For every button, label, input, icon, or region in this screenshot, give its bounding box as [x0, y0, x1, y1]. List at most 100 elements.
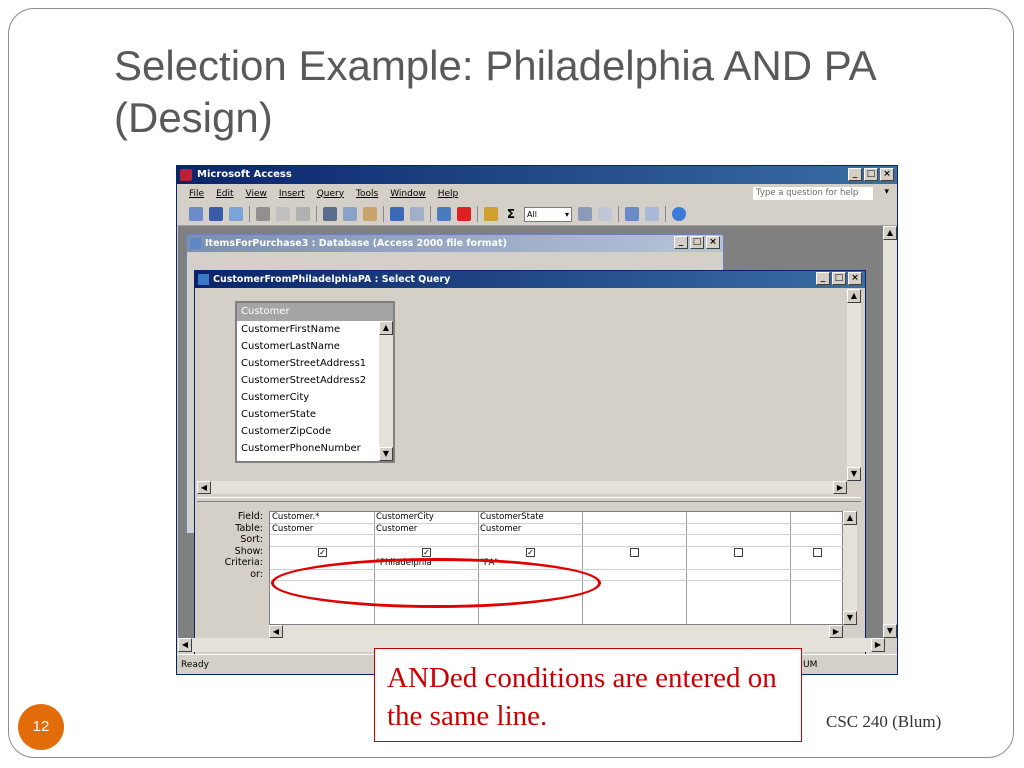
- scroll-up-icon[interactable]: ▲: [379, 321, 393, 335]
- field-list-scrollbar[interactable]: ▲ ▼: [379, 321, 393, 461]
- spelling-icon[interactable]: [296, 207, 310, 221]
- field-list-item[interactable]: CustomerState: [237, 406, 393, 423]
- show-table-icon[interactable]: [484, 207, 498, 221]
- menu-help[interactable]: Help: [438, 189, 459, 199]
- grid-cell-sort[interactable]: [790, 535, 844, 547]
- grid-cell-criteria[interactable]: [790, 558, 844, 570]
- scroll-right-icon[interactable]: ▶: [829, 625, 843, 638]
- menu-file[interactable]: File: [189, 189, 204, 199]
- table-pane-vertical-scrollbar[interactable]: ▲ ▼: [847, 289, 861, 481]
- grid-cell-table[interactable]: Customer: [374, 524, 478, 535]
- menu-view[interactable]: View: [246, 189, 267, 199]
- cut-icon[interactable]: [323, 207, 337, 221]
- field-list-customer[interactable]: Customer CustomerFirstName CustomerLastN…: [235, 301, 395, 463]
- print-preview-icon[interactable]: [276, 207, 290, 221]
- grid-cell-sort[interactable]: [478, 535, 582, 547]
- show-checkbox[interactable]: ✓: [318, 548, 327, 557]
- scroll-up-icon[interactable]: ▲: [847, 289, 861, 303]
- close-button[interactable]: ×: [880, 168, 894, 181]
- menu-window[interactable]: Window: [390, 189, 426, 199]
- minimize-button[interactable]: _: [674, 236, 688, 249]
- show-checkbox[interactable]: ✓: [526, 548, 535, 557]
- scroll-left-icon[interactable]: ◀: [178, 638, 192, 652]
- show-checkbox[interactable]: ✓: [422, 548, 431, 557]
- pane-splitter[interactable]: [197, 497, 861, 502]
- view-icon[interactable]: [189, 207, 203, 221]
- field-list-item[interactable]: CustomerZipCode: [237, 423, 393, 440]
- paste-icon[interactable]: [363, 207, 377, 221]
- main-vertical-scrollbar[interactable]: ▲ ▼: [883, 226, 897, 638]
- grid-cell-field[interactable]: [582, 512, 686, 524]
- close-button[interactable]: ×: [848, 272, 862, 285]
- show-checkbox[interactable]: [630, 548, 639, 557]
- grid-cell-table[interactable]: Customer: [270, 524, 374, 535]
- scroll-up-icon[interactable]: ▲: [883, 226, 897, 240]
- run-icon[interactable]: [457, 207, 471, 221]
- scroll-up-icon[interactable]: ▲: [843, 511, 857, 525]
- table-pane-horizontal-scrollbar[interactable]: ◀ ▶: [197, 481, 847, 494]
- help-search-input[interactable]: Type a question for help: [753, 187, 873, 200]
- field-list-item[interactable]: CustomerPhoneNumber: [237, 440, 393, 457]
- maximize-button[interactable]: □: [690, 236, 704, 249]
- query-type-icon[interactable]: [437, 207, 451, 221]
- help-icon[interactable]: [672, 207, 686, 221]
- grid-cell-field[interactable]: [790, 512, 844, 524]
- properties-icon[interactable]: [578, 207, 592, 221]
- menu-tools[interactable]: Tools: [356, 189, 378, 199]
- grid-cell-field[interactable]: CustomerCity: [374, 512, 478, 524]
- field-list-item[interactable]: CustomerCity: [237, 389, 393, 406]
- undo-icon[interactable]: [390, 207, 404, 221]
- scroll-right-icon[interactable]: ▶: [871, 638, 885, 652]
- redo-icon[interactable]: [410, 207, 424, 221]
- field-list-item[interactable]: CustomerFirstName: [237, 321, 393, 338]
- build-icon[interactable]: [598, 207, 612, 221]
- grid-cell-sort[interactable]: [374, 535, 478, 547]
- grid-cell-field[interactable]: [686, 512, 790, 524]
- grid-cell-or[interactable]: [686, 570, 790, 581]
- grid-cell-sort[interactable]: [686, 535, 790, 547]
- grid-cell-table[interactable]: [686, 524, 790, 535]
- database-window-icon[interactable]: [625, 207, 639, 221]
- new-object-icon[interactable]: [645, 207, 659, 221]
- grid-cell-field[interactable]: Customer.*: [270, 512, 374, 524]
- menu-insert[interactable]: Insert: [279, 189, 305, 199]
- close-button[interactable]: ×: [706, 236, 720, 249]
- print-icon[interactable]: [256, 207, 270, 221]
- totals-icon[interactable]: Σ: [504, 207, 518, 221]
- maximize-button[interactable]: □: [832, 272, 846, 285]
- save-icon[interactable]: [209, 207, 223, 221]
- show-checkbox[interactable]: [734, 548, 743, 557]
- field-list-item[interactable]: CustomerStreetAddress1: [237, 355, 393, 372]
- grid-vertical-scrollbar[interactable]: ▲ ▼: [843, 511, 857, 625]
- minimize-button[interactable]: _: [848, 168, 862, 181]
- field-list-item[interactable]: CustomerStreetAddress2: [237, 372, 393, 389]
- search-icon[interactable]: [229, 207, 243, 221]
- scroll-down-icon[interactable]: ▼: [847, 467, 861, 481]
- grid-cell-sort[interactable]: [582, 535, 686, 547]
- show-checkbox[interactable]: [813, 548, 822, 557]
- copy-icon[interactable]: [343, 207, 357, 221]
- grid-cell-table[interactable]: Customer: [478, 524, 582, 535]
- minimize-button[interactable]: _: [816, 272, 830, 285]
- grid-cell-table[interactable]: [582, 524, 686, 535]
- grid-cell-field[interactable]: CustomerState: [478, 512, 582, 524]
- grid-cell-sort[interactable]: [270, 535, 374, 547]
- field-list-header[interactable]: Customer: [237, 303, 393, 321]
- grid-cell-or[interactable]: [790, 570, 844, 581]
- grid-cell-criteria[interactable]: [582, 558, 686, 570]
- maximize-button[interactable]: □: [864, 168, 878, 181]
- help-dropdown-icon[interactable]: ▾: [884, 187, 889, 197]
- scroll-down-icon[interactable]: ▼: [843, 611, 857, 625]
- top-values-select[interactable]: All: [524, 206, 572, 222]
- menu-edit[interactable]: Edit: [216, 189, 233, 199]
- grid-cell-criteria[interactable]: [686, 558, 790, 570]
- grid-horizontal-scrollbar[interactable]: ◀ ▶: [269, 625, 843, 638]
- field-list-item[interactable]: CustomerLastName: [237, 338, 393, 355]
- scroll-down-icon[interactable]: ▼: [883, 624, 897, 638]
- scroll-left-icon[interactable]: ◀: [269, 625, 283, 638]
- menu-query[interactable]: Query: [317, 189, 344, 199]
- grid-cell-table[interactable]: [790, 524, 844, 535]
- scroll-right-icon[interactable]: ▶: [833, 481, 847, 494]
- scroll-left-icon[interactable]: ◀: [197, 481, 211, 494]
- scroll-down-icon[interactable]: ▼: [379, 447, 393, 461]
